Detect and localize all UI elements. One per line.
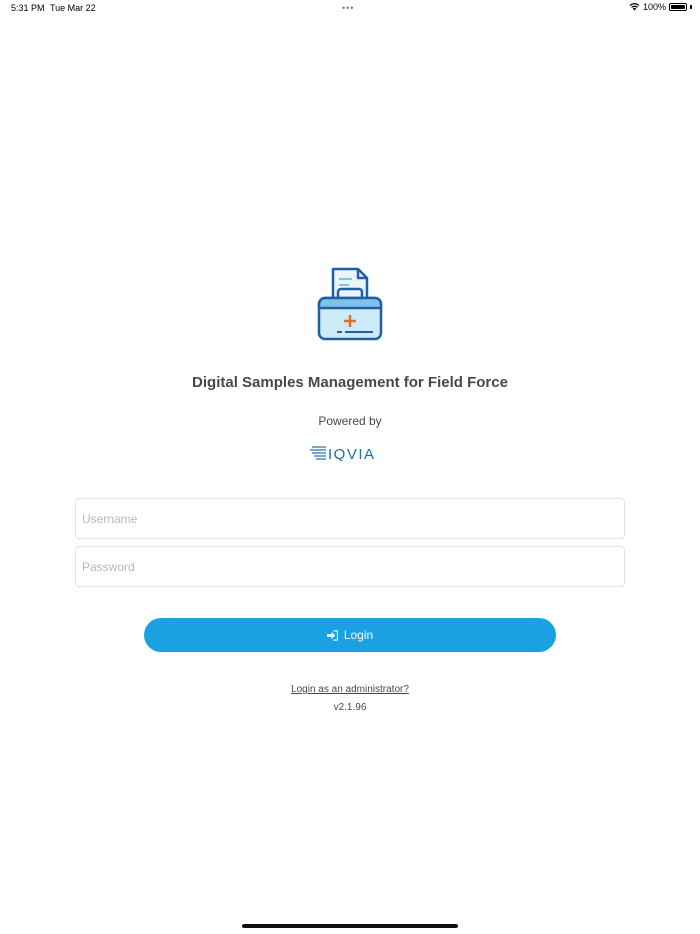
wifi-icon <box>629 3 640 11</box>
home-indicator[interactable] <box>242 924 458 928</box>
version-label: v2.1.96 <box>333 702 367 713</box>
multitasking-dots[interactable]: ••• <box>342 3 354 13</box>
login-button[interactable]: Login <box>144 618 556 652</box>
status-indicators: 100% <box>629 2 692 12</box>
medical-bag-with-document-icon <box>317 267 383 341</box>
battery-percent: 100% <box>642 2 666 12</box>
password-input[interactable] <box>75 546 625 587</box>
status-date: Tue Mar 22 <box>50 3 96 13</box>
username-input[interactable] <box>75 498 625 539</box>
login-button-label: Login <box>343 628 374 642</box>
iqvia-logo: IQVIA <box>310 446 376 461</box>
app-title: Digital Samples Management for Field For… <box>192 374 508 391</box>
battery-icon <box>669 3 687 11</box>
powered-by-label: Powered by <box>318 414 382 428</box>
status-time: 5:31 PM <box>11 3 45 13</box>
sign-in-icon <box>326 629 338 641</box>
status-bar: 5:31 PM Tue Mar 22 ••• 100% <box>0 0 700 18</box>
iqvia-logo-text: IQVIA <box>328 446 376 461</box>
admin-login-link[interactable]: Login as an administrator? <box>0 684 700 695</box>
